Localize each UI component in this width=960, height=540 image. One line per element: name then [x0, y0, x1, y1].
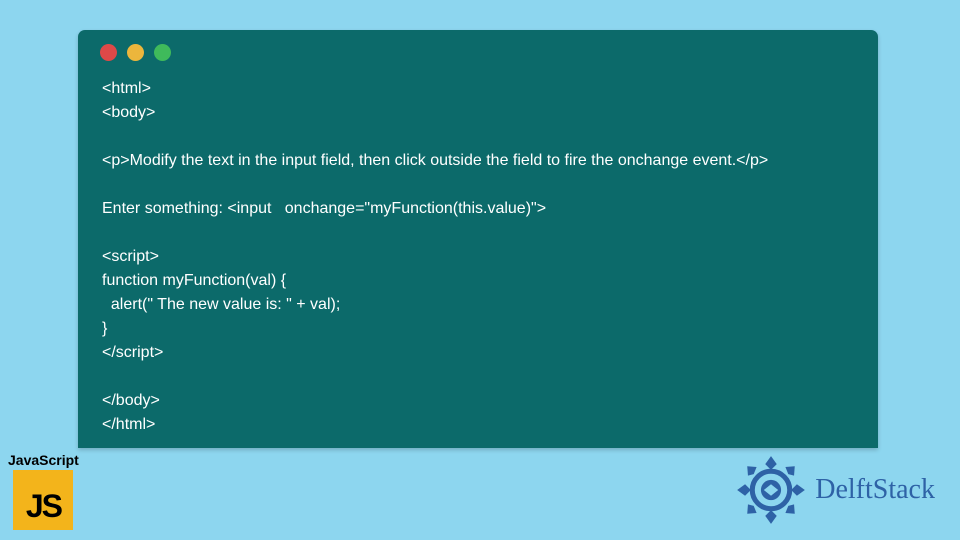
javascript-label: JavaScript	[8, 452, 79, 468]
delftstack-logo-icon	[735, 454, 807, 526]
delftstack-brand: DelftStack	[735, 454, 935, 526]
code-window: <html> <body> <p>Modify the text in the …	[78, 30, 878, 448]
minimize-dot-icon	[127, 44, 144, 61]
javascript-badge: JavaScript JS	[8, 452, 79, 530]
window-controls	[78, 30, 878, 61]
code-content: <html> <body> <p>Modify the text in the …	[78, 61, 878, 453]
maximize-dot-icon	[154, 44, 171, 61]
close-dot-icon	[100, 44, 117, 61]
javascript-logo-icon: JS	[13, 470, 73, 530]
javascript-logo-text: JS	[26, 488, 61, 525]
delftstack-name: DelftStack	[815, 474, 935, 506]
